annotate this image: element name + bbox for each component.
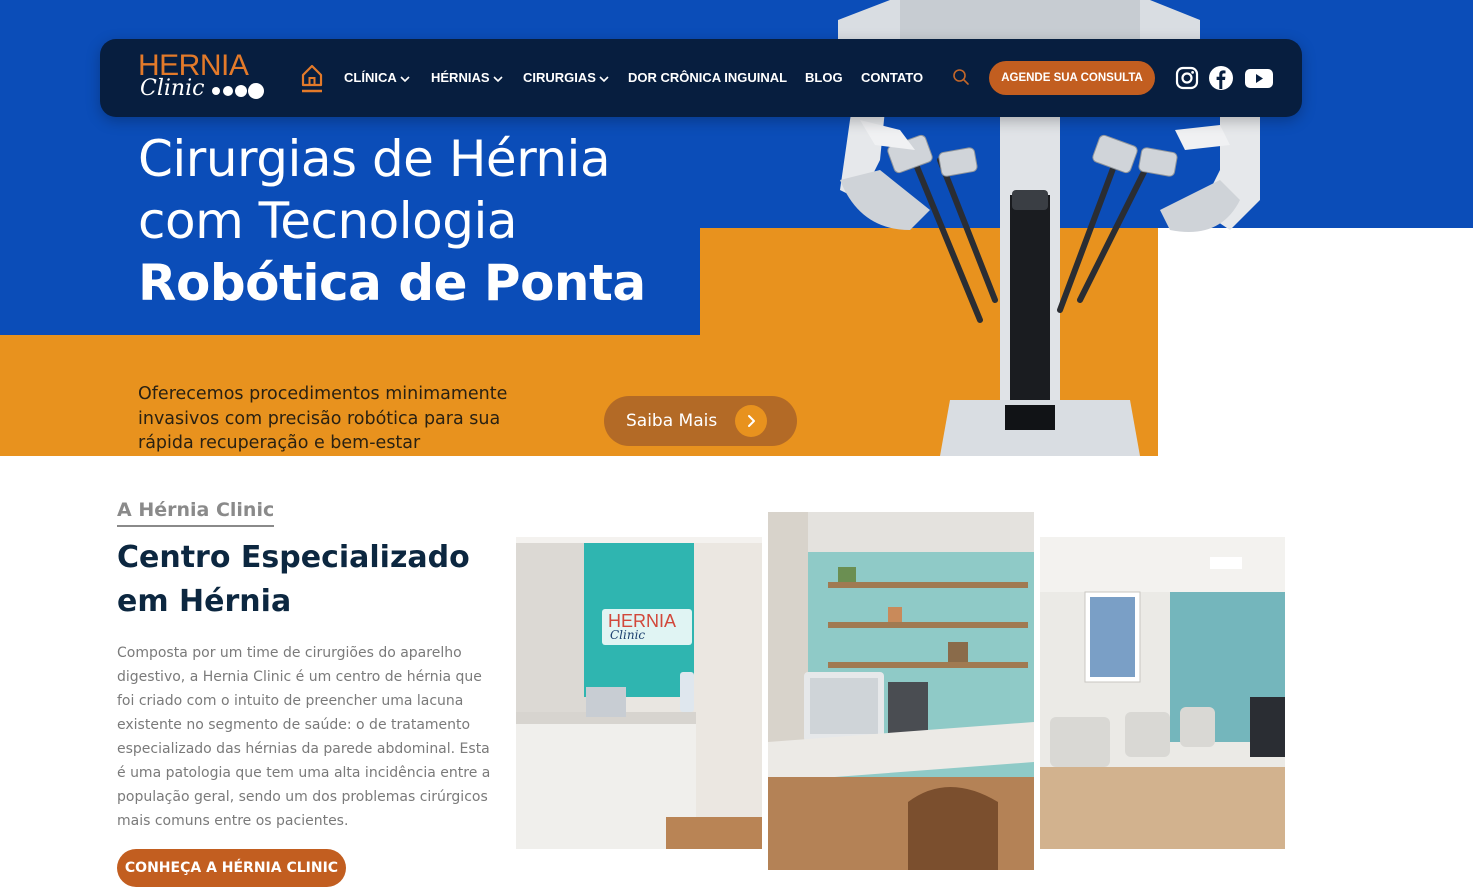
facebook-icon[interactable] xyxy=(1208,65,1234,91)
nav-item-clinica[interactable]: CLÍNICA xyxy=(344,69,410,87)
nav-item-blog[interactable]: BLOG xyxy=(805,69,843,87)
agende-consulta-button[interactable]: AGENDE SUA CONSULTA xyxy=(989,61,1155,95)
saiba-mais-button[interactable]: Saiba Mais xyxy=(604,396,797,446)
logo-dots-icon xyxy=(212,83,264,99)
hero-title: Cirurgias de Hérnia com Tecnologia Robót… xyxy=(138,128,646,314)
nav-item-label: HÉRNIAS xyxy=(431,70,490,85)
nav-item-hernias[interactable]: HÉRNIAS xyxy=(431,69,503,87)
instagram-icon[interactable] xyxy=(1174,65,1200,91)
youtube-icon[interactable] xyxy=(1244,65,1274,91)
hero-title-line1: Cirurgias de Hérnia xyxy=(138,130,611,188)
hernia-clinic-logo[interactable]: HERNIA Clinic xyxy=(138,51,268,107)
saiba-mais-label: Saiba Mais xyxy=(626,411,718,431)
chevron-down-icon xyxy=(599,75,609,82)
photo-sign-script: Clinic xyxy=(610,628,646,642)
nav-item-label: CIRURGIAS xyxy=(523,70,596,85)
main-navbar: HERNIA Clinic CLÍNICA HÉRNIAS CIRURGIAS xyxy=(100,39,1302,117)
chevron-down-icon xyxy=(492,75,503,82)
search-icon[interactable] xyxy=(952,68,970,91)
logo-script: Clinic xyxy=(140,76,205,101)
about-body-text: Composta por um time de cirurgiões do ap… xyxy=(117,645,491,829)
nav-item-label: CLÍNICA xyxy=(344,70,397,85)
conheca-clinic-button[interactable]: CONHEÇA A HÉRNIA CLINIC xyxy=(117,849,346,887)
chevron-down-icon xyxy=(400,75,410,82)
hero-title-line2: com Tecnologia xyxy=(138,192,518,250)
about-title: Centro Especializado em Hérnia xyxy=(117,540,470,619)
office-photo xyxy=(768,512,1034,870)
reception-photo: HERNIA Clinic xyxy=(516,537,762,849)
chevron-right-icon xyxy=(735,405,767,437)
section-eyebrow: A Hérnia Clinic xyxy=(117,498,275,527)
nav-item-contato[interactable]: CONTATO xyxy=(861,69,923,87)
page: Cirurgias de Hérnia com Tecnologia Robót… xyxy=(0,0,1473,887)
hero-title-line3: Robótica de Ponta xyxy=(138,254,646,312)
waiting-room-photo xyxy=(1040,537,1285,849)
nav-item-cirurgias[interactable]: CIRURGIAS xyxy=(523,69,609,87)
home-icon[interactable] xyxy=(300,63,324,93)
hero-subtitle: Oferecemos procedimentos minimamente inv… xyxy=(138,384,508,453)
nav-item-dor-cronica[interactable]: DOR CRÔNICA INGUINAL xyxy=(628,69,787,87)
